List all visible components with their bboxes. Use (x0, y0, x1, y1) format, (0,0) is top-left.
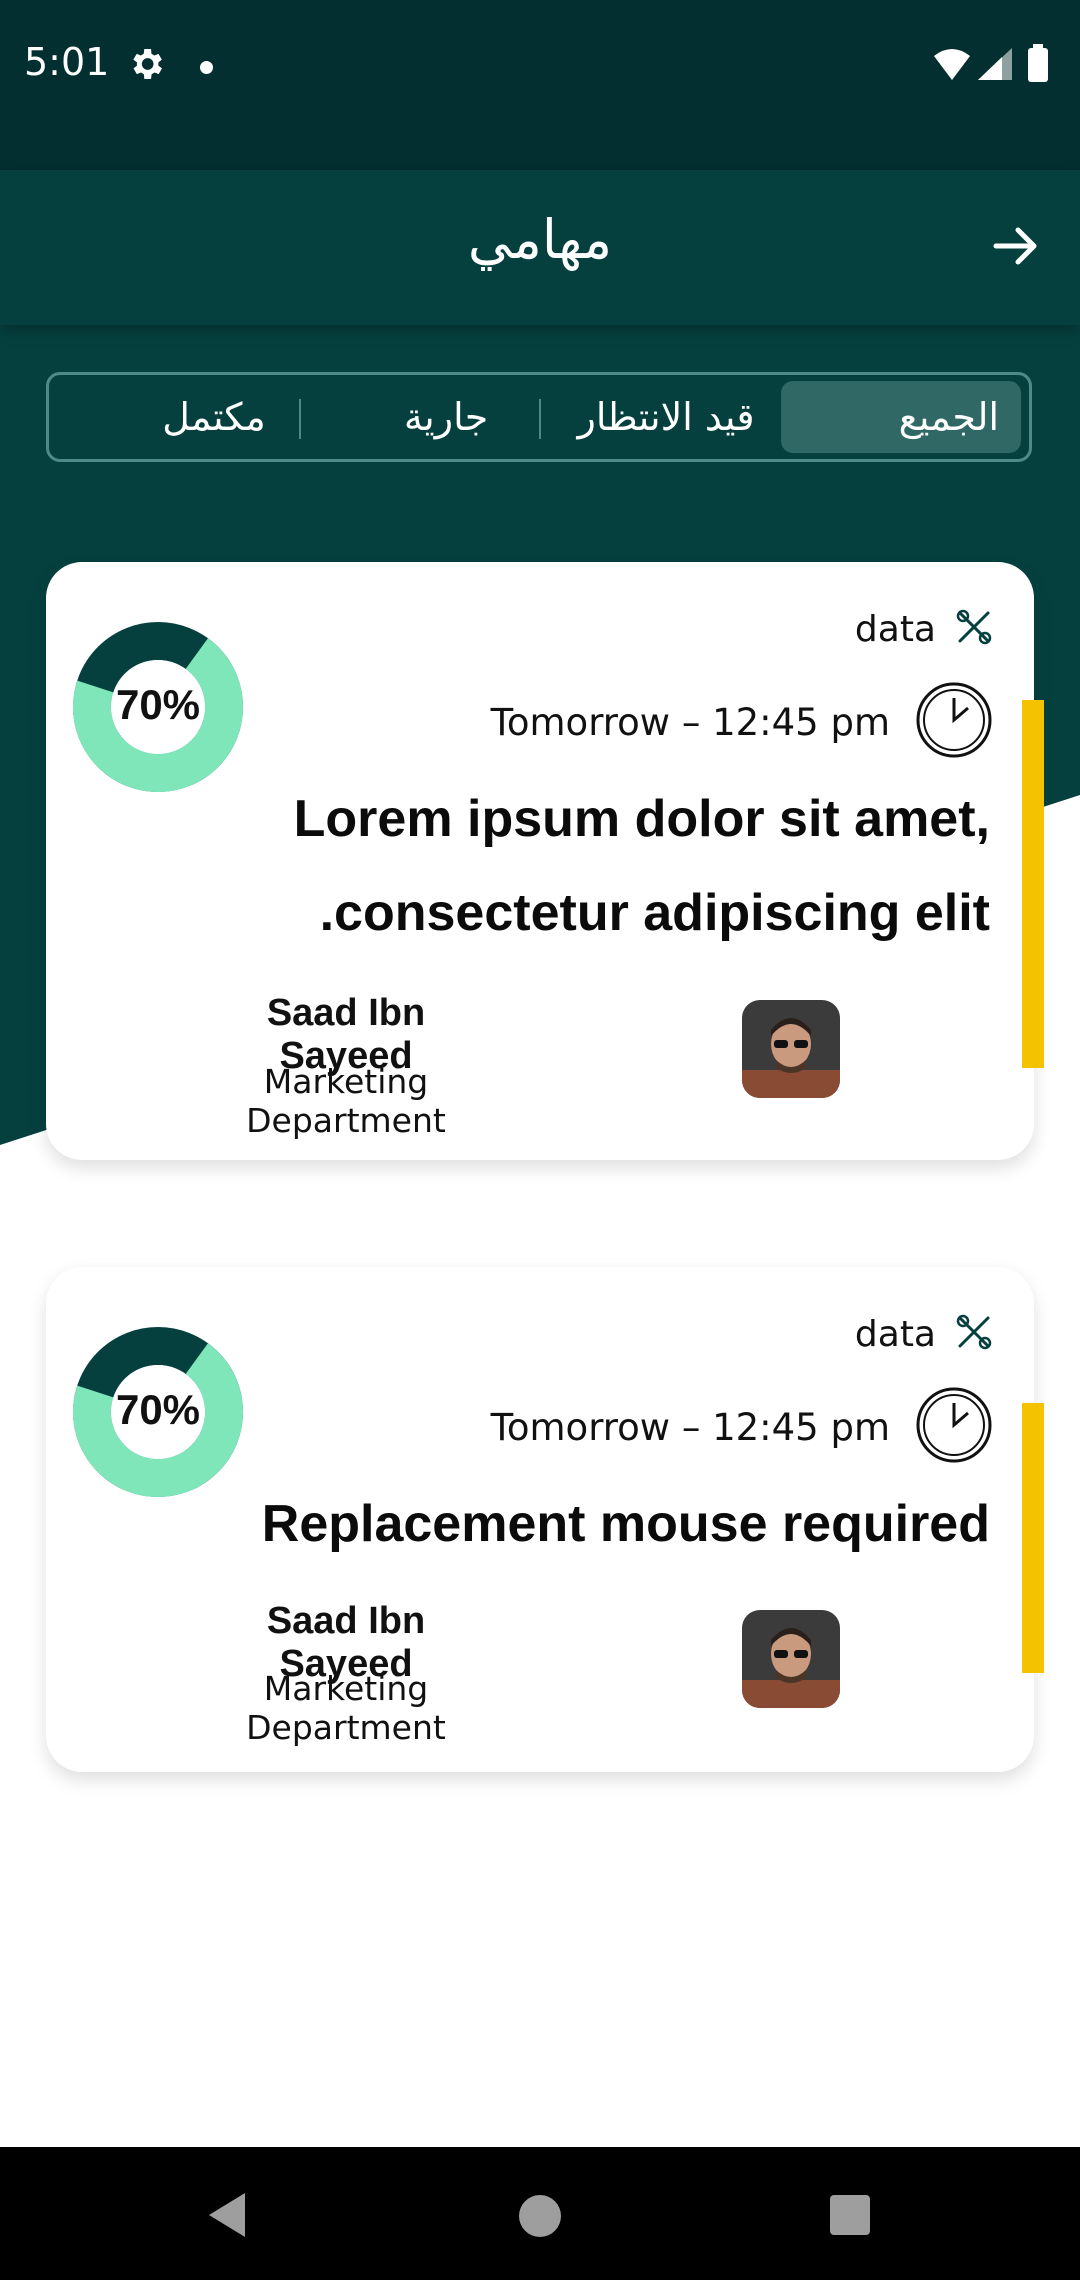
progress-label: 70% (116, 681, 200, 728)
status-bar: 5:01 (0, 0, 1080, 170)
assignee-department: Marketing Department (246, 1062, 446, 1140)
tools-icon (954, 607, 994, 651)
tab-pending[interactable]: قيد الانتظار (561, 375, 771, 459)
system-nav-bar (0, 2147, 1080, 2280)
avatar (742, 1610, 840, 1708)
battery-icon (1028, 44, 1048, 82)
tab-all[interactable]: الجميع (781, 381, 1021, 453)
settings-gear-icon (126, 44, 166, 88)
task-card[interactable]: 70% data Tomorrow – 12:45 pm Replacement… (46, 1267, 1044, 1772)
wifi-icon (934, 49, 970, 80)
tools-icon (954, 1312, 994, 1356)
due-time: Tomorrow – 12:45 pm (490, 700, 890, 744)
tab-ongoing[interactable]: جارية (361, 375, 531, 459)
notification-dot-icon (200, 61, 213, 74)
status-time: 5:01 (24, 40, 110, 84)
progress-ring: 70% (73, 622, 243, 792)
page-title: مهامي (467, 208, 613, 271)
priority-accent-bar (1022, 700, 1044, 1068)
arrow-right-icon[interactable] (990, 220, 1042, 276)
status-icons (930, 44, 1060, 90)
filter-tabs: الجميع قيد الانتظار جارية مكتمل (46, 372, 1032, 462)
task-title: Lorem ipsum dolor sit amet, .consectetur… (293, 790, 990, 942)
tab-divider (539, 399, 541, 439)
assignee-department: Marketing Department (246, 1669, 446, 1747)
nav-home-icon[interactable] (519, 2195, 561, 2237)
tab-divider (299, 399, 301, 439)
task-tag: data (854, 1313, 936, 1355)
due-time: Tomorrow – 12:45 pm (490, 1405, 890, 1449)
signal-icon (978, 48, 1012, 80)
app-bar: مهامي (0, 170, 1080, 325)
clock-icon (914, 1385, 994, 1469)
progress-label: 70% (116, 1386, 200, 1433)
nav-recents-icon[interactable] (830, 2195, 870, 2235)
clock-icon (914, 680, 994, 764)
avatar (742, 1000, 840, 1098)
priority-accent-bar (1022, 1403, 1044, 1673)
task-tag: data (854, 608, 936, 650)
nav-back-icon[interactable] (205, 2191, 249, 2243)
task-card[interactable]: 70% data Tomorrow – 12:45 pm Lorem ipsum… (46, 562, 1044, 1160)
task-title: Replacement mouse required (261, 1495, 990, 1553)
progress-ring: 70% (73, 1327, 243, 1497)
tab-completed[interactable]: مكتمل (129, 375, 299, 459)
